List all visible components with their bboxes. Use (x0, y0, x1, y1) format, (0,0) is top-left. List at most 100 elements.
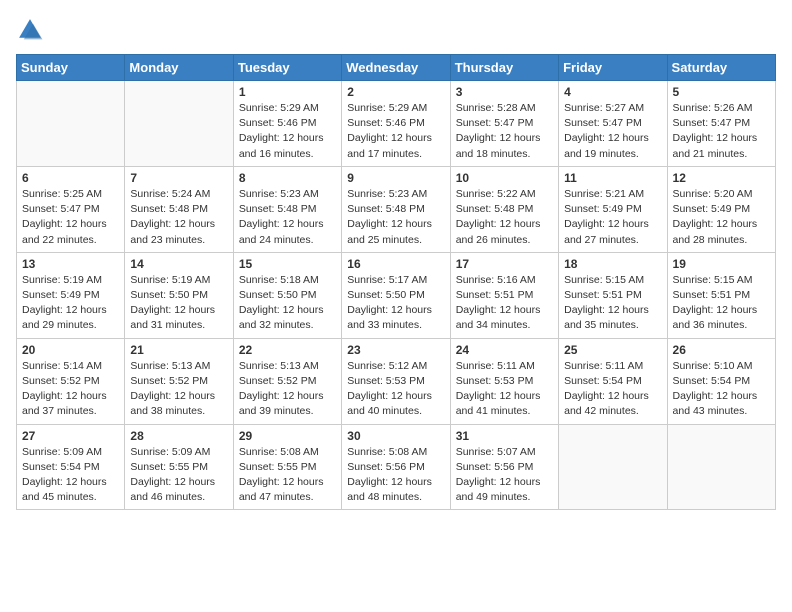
day-number: 27 (22, 429, 119, 443)
day-info: Sunrise: 5:08 AMSunset: 5:55 PMDaylight:… (239, 445, 336, 506)
sunrise-text: Sunrise: 5:08 AM (239, 446, 319, 458)
calendar-cell: 20Sunrise: 5:14 AMSunset: 5:52 PMDayligh… (17, 338, 125, 424)
sunrise-text: Sunrise: 5:19 AM (130, 274, 210, 286)
sunset-text: Sunset: 5:53 PM (347, 375, 425, 387)
day-number: 28 (130, 429, 227, 443)
sunrise-text: Sunrise: 5:14 AM (22, 360, 102, 372)
weekday-header-saturday: Saturday (667, 55, 775, 81)
sunset-text: Sunset: 5:56 PM (456, 461, 534, 473)
sunset-text: Sunset: 5:50 PM (347, 289, 425, 301)
sunset-text: Sunset: 5:55 PM (130, 461, 208, 473)
day-number: 16 (347, 257, 444, 271)
daylight-text: Daylight: 12 hours and 42 minutes. (564, 390, 649, 417)
sunset-text: Sunset: 5:54 PM (673, 375, 751, 387)
sunrise-text: Sunrise: 5:23 AM (239, 188, 319, 200)
daylight-text: Daylight: 12 hours and 21 minutes. (673, 132, 758, 159)
weekday-header-thursday: Thursday (450, 55, 558, 81)
calendar-header-row: SundayMondayTuesdayWednesdayThursdayFrid… (17, 55, 776, 81)
sunrise-text: Sunrise: 5:29 AM (347, 102, 427, 114)
day-number: 29 (239, 429, 336, 443)
sunrise-text: Sunrise: 5:29 AM (239, 102, 319, 114)
calendar-cell: 13Sunrise: 5:19 AMSunset: 5:49 PMDayligh… (17, 252, 125, 338)
daylight-text: Daylight: 12 hours and 43 minutes. (673, 390, 758, 417)
sunrise-text: Sunrise: 5:20 AM (673, 188, 753, 200)
daylight-text: Daylight: 12 hours and 16 minutes. (239, 132, 324, 159)
calendar-week-row: 6Sunrise: 5:25 AMSunset: 5:47 PMDaylight… (17, 166, 776, 252)
sunset-text: Sunset: 5:46 PM (347, 117, 425, 129)
calendar-cell: 25 Sunrise: 5:11 AM Sunset: 5:54 PM Dayligh… (559, 338, 667, 424)
sunrise-text: Sunrise: 5:12 AM (347, 360, 427, 372)
day-number: 21 (130, 343, 227, 357)
day-info: Sunrise: 5:28 AMSunset: 5:47 PMDaylight:… (456, 101, 553, 162)
sunset-text: Sunset: 5:48 PM (456, 203, 534, 215)
sunrise-text: Sunrise: 5:11 AM (564, 360, 643, 372)
day-info: Sunrise: 5:12 AMSunset: 5:53 PMDaylight:… (347, 359, 444, 420)
calendar-cell: 27Sunrise: 5:09 AMSunset: 5:54 PMDayligh… (17, 424, 125, 510)
daylight-text: Daylight: 12 hours and 24 minutes. (239, 218, 324, 245)
day-info: Sunrise: 5:15 AMSunset: 5:51 PMDaylight:… (673, 273, 770, 334)
calendar-cell: 19 Sunrise: 5:15 AMSunset: 5:51 PMDayligh… (667, 252, 775, 338)
calendar-cell: 22 Sunrise: 5:13 AMSunset: 5:52 PMDayligh… (233, 338, 341, 424)
page-header (16, 16, 776, 44)
daylight-text: Daylight: 12 hours and 32 minutes. (239, 304, 324, 331)
sunset-text: Sunset: 5:47 PM (456, 117, 534, 129)
daylight-text: Daylight: 12 hours and 29 minutes. (22, 304, 107, 331)
calendar-cell: 21 Sunrise: 5:13 AMSunset: 5:52 PMDayligh… (125, 338, 233, 424)
daylight-text: Daylight: 12 hours and 33 minutes. (347, 304, 432, 331)
calendar-cell: 17Sunrise: 5:16 AMSunset: 5:51 PMDayligh… (450, 252, 558, 338)
calendar-week-row: 1 Sunrise: 5:29 AM Sunset: 5:46 PM Daylight… (17, 81, 776, 167)
calendar-week-row: 27Sunrise: 5:09 AMSunset: 5:54 PMDayligh… (17, 424, 776, 510)
calendar-cell: 23Sunrise: 5:12 AMSunset: 5:53 PMDayligh… (342, 338, 450, 424)
sunset-text: Sunset: 5:55 PM (239, 461, 317, 473)
day-number: 4 (564, 85, 661, 99)
day-info: Sunrise: 5:22 AMSunset: 5:48 PMDaylight:… (456, 187, 553, 248)
sunrise-text: Sunrise: 5:18 AM (239, 274, 319, 286)
day-number: 26 (673, 343, 770, 357)
day-number: 13 (22, 257, 119, 271)
calendar-cell: 1 Sunrise: 5:29 AM Sunset: 5:46 PM Daylight… (233, 81, 341, 167)
calendar-cell: 15Sunrise: 5:18 AMSunset: 5:50 PMDayligh… (233, 252, 341, 338)
day-number: 18 (564, 257, 661, 271)
calendar-cell: 12Sunrise: 5:20 AMSunset: 5:49 PMDayligh… (667, 166, 775, 252)
day-number: 25 (564, 343, 661, 357)
calendar-table: SundayMondayTuesdayWednesdayThursdayFrid… (16, 54, 776, 510)
sunset-text: Sunset: 5:47 PM (22, 203, 100, 215)
sunset-text: Sunset: 5:49 PM (673, 203, 751, 215)
sunset-text: Sunset: 5:54 PM (564, 375, 642, 387)
daylight-text: Daylight: 12 hours and 17 minutes. (347, 132, 432, 159)
daylight-text: Daylight: 12 hours and 23 minutes. (130, 218, 215, 245)
day-info: Sunrise: 5:13 AMSunset: 5:52 PMDaylight:… (239, 359, 336, 420)
day-info: Sunrise: 5:18 AM Sunset: 5:50 PM Daylight:… (239, 273, 336, 334)
day-info: Sunrise: 5:13 AMSunset: 5:52 PMDaylight:… (130, 359, 227, 420)
day-number: 3 (456, 85, 553, 99)
day-number: 23 (347, 343, 444, 357)
day-number: 22 (239, 343, 336, 357)
day-number: 2 (347, 85, 444, 99)
calendar-week-row: 13Sunrise: 5:19 AMSunset: 5:49 PMDayligh… (17, 252, 776, 338)
sunrise-text: Sunrise: 5:13 AM (130, 360, 210, 372)
weekday-header-wednesday: Wednesday (342, 55, 450, 81)
sunset-text: Sunset: 5:52 PM (239, 375, 317, 387)
sunrise-text: Sunrise: 5:27 AM (564, 102, 644, 114)
day-info: Sunrise: 5:23 AMSunset: 5:48 PMDaylight:… (239, 187, 336, 248)
sunrise-text: Sunrise: 5:08 AM (347, 446, 427, 458)
daylight-text: Daylight: 12 hours and 35 minutes. (564, 304, 649, 331)
sunset-text: Sunset: 5:51 PM (564, 289, 642, 301)
sunset-text: Sunset: 5:50 PM (239, 289, 317, 301)
day-number: 8 (239, 171, 336, 185)
sunrise-text: Sunrise: 5:16 AM (456, 274, 536, 286)
sunrise-text: Sunrise: 5:28 AM (456, 102, 536, 114)
sunset-text: Sunset: 5:51 PM (673, 289, 751, 301)
sunrise-text: Sunrise: 5:10 AM (673, 360, 753, 372)
day-number: 1 (239, 85, 336, 99)
day-number: 31 (456, 429, 553, 443)
calendar-cell: 2 Sunrise: 5:29 AM Sunset: 5:46 PM Daylight… (342, 81, 450, 167)
sunset-text: Sunset: 5:46 PM (239, 117, 317, 129)
calendar-cell: 8 Sunrise: 5:23 AMSunset: 5:48 PMDaylight… (233, 166, 341, 252)
sunrise-text: Sunrise: 5:09 AM (130, 446, 210, 458)
sunset-text: Sunset: 5:54 PM (22, 461, 100, 473)
weekday-header-monday: Monday (125, 55, 233, 81)
day-number: 19 (673, 257, 770, 271)
weekday-header-tuesday: Tuesday (233, 55, 341, 81)
day-number: 17 (456, 257, 553, 271)
